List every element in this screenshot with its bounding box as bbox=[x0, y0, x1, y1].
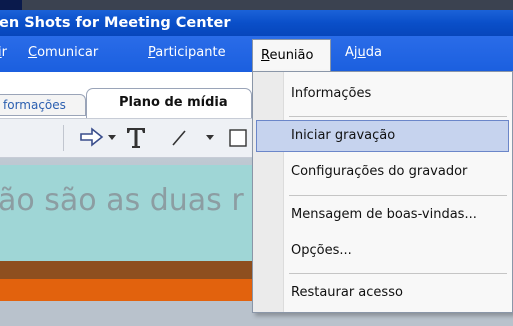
line-tool-icon[interactable] bbox=[171, 129, 187, 147]
arrow-tool-dropdown-icon[interactable] bbox=[108, 135, 116, 141]
menu-separator bbox=[289, 116, 507, 117]
slide-footer bbox=[0, 301, 252, 326]
background-area bbox=[252, 313, 513, 326]
tab-plano-de-midia[interactable]: Plano de mídia bbox=[86, 88, 252, 118]
menu-option-opcoes[interactable]: Opções... bbox=[291, 243, 352, 258]
menu-option-informacoes[interactable]: Informações bbox=[291, 86, 371, 101]
menu-separator bbox=[289, 195, 507, 196]
toolbar-separator bbox=[63, 125, 64, 151]
menu-item-comunicar[interactable]: Comunicar bbox=[28, 45, 98, 60]
title-bar: en Shots for Meeting Center bbox=[0, 10, 513, 36]
line-tool-dropdown-icon[interactable] bbox=[206, 135, 214, 141]
top-edge bbox=[0, 0, 513, 10]
menu-option-configuracoes-gravador[interactable]: Configurações do gravador bbox=[291, 164, 467, 179]
tab-informacoes[interactable]: formações bbox=[0, 94, 86, 116]
menu-option-restaurar-acesso[interactable]: Restaurar acesso bbox=[291, 285, 403, 300]
menu-gutter bbox=[253, 72, 284, 312]
window-title: en Shots for Meeting Center bbox=[0, 15, 231, 31]
menu-option-iniciar-gravacao[interactable]: Iniciar gravação bbox=[291, 128, 395, 143]
menu-item-reuniao[interactable]: Reunião bbox=[252, 39, 331, 72]
reuniao-menu: Informações Iniciar gravação Configuraçõ… bbox=[252, 71, 513, 313]
menu-item-ajuda[interactable]: Ajuda bbox=[345, 45, 382, 60]
menu-item-participante[interactable]: Participante bbox=[148, 45, 226, 60]
menu-item-exibir[interactable]: ir bbox=[0, 45, 7, 60]
menu-separator bbox=[289, 273, 507, 274]
slide-orange-bar bbox=[0, 279, 252, 301]
menu-option-mensagem-boas-vindas[interactable]: Mensagem de boas-vindas... bbox=[291, 207, 477, 222]
arrow-tool-icon[interactable] bbox=[79, 125, 105, 149]
slide-brown-strip bbox=[0, 261, 252, 279]
menu-item-reuniao-label: Reunião bbox=[261, 48, 314, 63]
annotation-toolbar bbox=[0, 118, 252, 158]
rectangle-tool-icon[interactable] bbox=[229, 128, 247, 148]
text-tool-icon[interactable] bbox=[126, 127, 146, 149]
slide-text: ão são as duas r bbox=[0, 183, 244, 218]
